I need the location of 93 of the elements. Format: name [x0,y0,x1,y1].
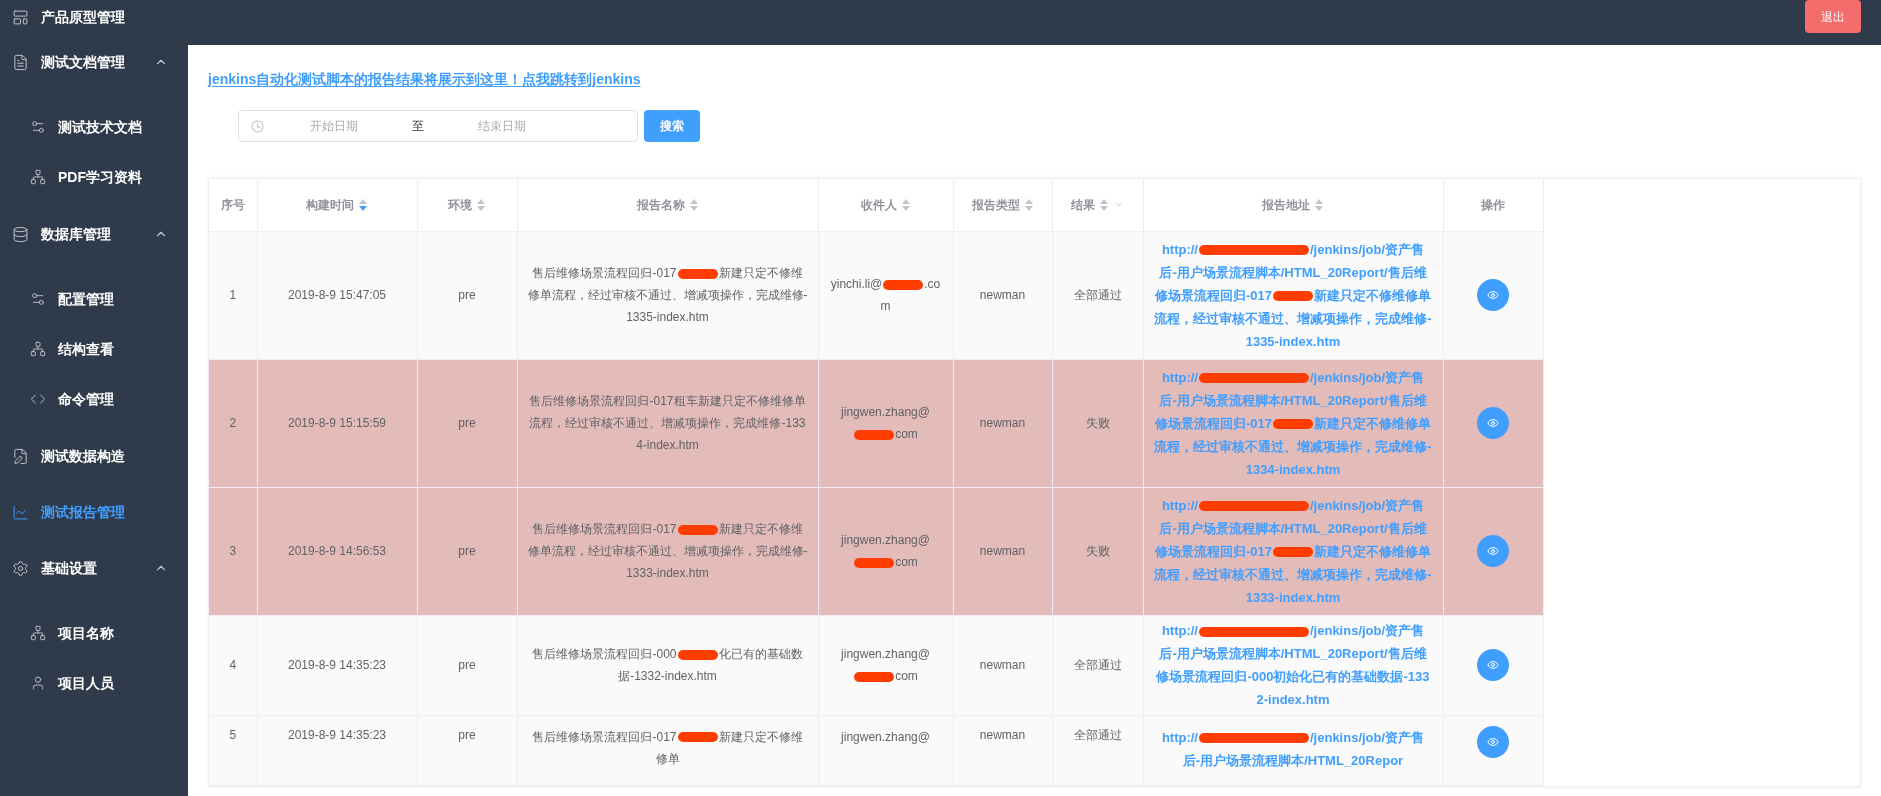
table-cell: pre [458,727,476,742]
sort-icon[interactable] [1314,197,1324,212]
column-header[interactable]: 构建时间 [257,179,417,231]
sidebar-item[interactable]: 测试文档管理 [0,34,188,90]
table-cell: newman [979,727,1026,742]
table-cell: newman [979,544,1026,558]
sort-icon[interactable] [358,197,368,212]
chart-icon [12,503,29,521]
sidebar-item[interactable]: 测试报告管理 [0,484,188,540]
table-cell: 2019-8-9 15:15:59 [287,416,387,430]
sidebar-item[interactable]: 数据库管理 [0,206,188,262]
column-header[interactable]: 收件人 [818,179,953,231]
recipient-email: yinchi.li@ .com [829,276,942,315]
range-separator: 至 [411,118,425,135]
table-cell: 2 [229,416,237,430]
eye-icon [1487,735,1499,748]
table-cell: 2019-8-9 14:56:53 [287,544,387,558]
table-cell: pre [458,416,476,430]
sort-icon[interactable] [1099,197,1109,212]
recipient-email: jingwen.zhang@ [839,728,931,746]
sidebar-subitem[interactable]: 结构查看 [0,324,188,374]
view-button[interactable] [1477,535,1509,567]
column-header[interactable]: 操作 [1443,179,1543,231]
eye-icon [1487,659,1499,671]
sidebar-item[interactable]: 测试数据构造 [0,428,188,484]
report-name: 售后维修场景流程回归-000 化已有的基础数据-1332-index.htm [531,646,804,685]
sidebar-subitem[interactable]: 项目名称 [0,608,188,658]
clock-icon [251,119,264,133]
user-icon [30,675,46,691]
column-header[interactable]: 报告名称 [517,179,818,231]
report-name: 售后维修场景流程回归-017 新建只定不修维修单流程，经过审核不通过、增减项操作，完成维修-1333-index.htm [527,521,808,582]
report-name: 售后维修场景流程回归-017租车新建只定不修维修单流程，经过审核不通过、增减项操作，完成维修-1334-index.htm [528,393,807,454]
settings-icon [12,559,29,577]
start-date-input[interactable]: 开始日期 [264,117,404,135]
search-button[interactable]: 搜索 [644,110,700,142]
table-cell: 3 [229,544,237,558]
table-cell: newman [979,288,1026,302]
table-cell: 2019-8-9 15:47:05 [287,288,387,302]
table-cell: 2019-8-9 14:35:23 [287,658,387,672]
table-cell: 全部通过 [1073,727,1122,742]
sort-icon[interactable] [688,197,699,212]
column-header[interactable]: 序号 [209,179,257,231]
table-cell: 失败 [1085,416,1110,430]
sort-icon[interactable] [900,197,911,212]
code-icon [30,391,46,407]
sidebar-subitem[interactable]: 测试技术文档 [0,102,188,152]
view-button[interactable] [1477,649,1509,681]
eye-icon [1487,289,1499,301]
layout-icon [12,8,29,26]
view-button[interactable] [1477,407,1509,439]
sidebar-subitem[interactable]: 项目人员 [0,658,188,708]
date-range-field[interactable]: 开始日期 至 结束日期 [238,110,638,142]
recipient-email: jingwen.zhang@ com [839,532,931,571]
table-cell: pre [458,658,476,672]
column-header[interactable]: 报告类型 [953,179,1052,231]
sidebar-subitem[interactable]: 命令管理 [0,374,188,424]
table-cell: pre [458,288,476,302]
end-date-input[interactable]: 结束日期 [432,117,572,135]
sort-icon[interactable] [1023,197,1034,212]
table-cell: pre [458,544,476,558]
table-cell: 失败 [1085,544,1110,558]
table-cell: newman [979,658,1026,672]
eye-icon [1487,545,1499,557]
recipient-email: jingwen.zhang@ com [839,404,931,443]
table-cell: 2019-8-9 14:35:23 [287,727,387,742]
report-name: 售后维修场景流程回归-017 新建只定不修维修单 [531,728,804,768]
hierarchy-icon [30,169,46,185]
database-icon [12,225,29,243]
edit-icon [12,447,29,465]
view-button[interactable] [1477,725,1509,758]
table-cell: 5 [229,727,237,742]
logout-button[interactable]: 退出 [1805,0,1861,33]
sidebar-subitem[interactable]: 配置管理 [0,274,188,324]
hierarchy-icon [30,341,46,357]
report-name: 售后维修场景流程回归-017 新建只定不修维修单流程，经过审核不通过、增减项操作，完成维修-1335-index.htm [527,265,808,326]
sort-icon[interactable] [476,197,486,212]
table-cell: 4 [229,658,237,672]
table-cell: 全部通过 [1073,288,1122,302]
table-cell: 全部通过 [1073,658,1122,672]
column-header[interactable]: 环境 [417,179,517,231]
eye-icon [1487,417,1499,429]
sidebar-subitem[interactable]: PDF学习资料 [0,152,188,202]
hierarchy-icon [30,625,46,641]
sidebar-item[interactable]: 产品原型管理 [0,0,188,34]
document-icon [12,53,29,71]
table-cell: 1 [229,288,237,302]
column-header[interactable]: 报告地址 [1143,179,1443,231]
recipient-email: jingwen.zhang@ com [839,646,931,685]
sidebar-item[interactable]: 基础设置 [0,540,188,596]
table-cell: newman [979,416,1026,430]
view-button[interactable] [1477,279,1509,311]
column-header[interactable]: 结果 [1052,179,1143,231]
jenkins-link[interactable]: jenkins自动化测试脚本的报告结果将展示到这里！点我跳转到jenkins [208,69,641,90]
